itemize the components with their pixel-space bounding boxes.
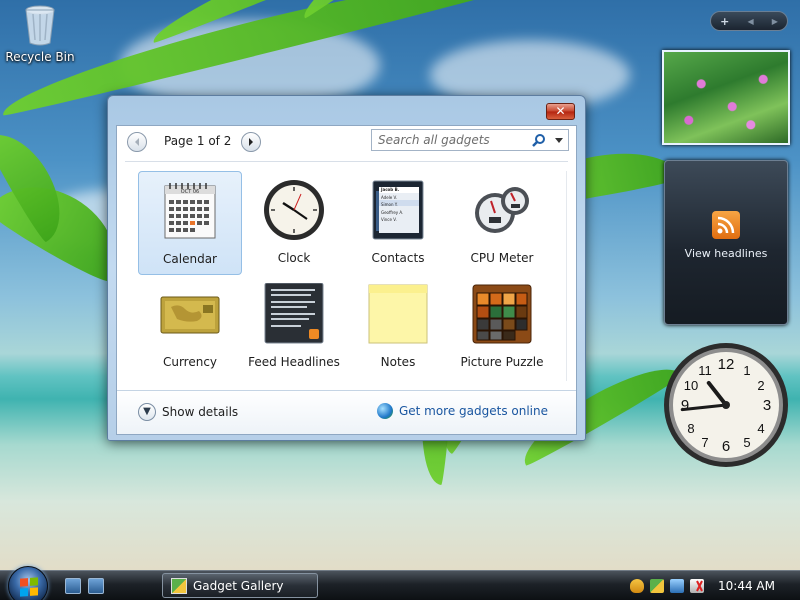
windows-logo-icon: [20, 577, 38, 597]
chevron-down-icon: ▼: [138, 403, 156, 421]
contact-name: Vince V.: [381, 217, 397, 222]
svg-text:6: 6: [722, 438, 730, 455]
svg-text:2: 2: [757, 378, 764, 393]
taskbar-button-label: Gadget Gallery: [193, 578, 284, 593]
globe-icon: [376, 403, 393, 419]
add-gadget-button[interactable]: +: [720, 15, 729, 28]
recycle-bin-shortcut[interactable]: Recycle Bin: [4, 4, 76, 64]
get-more-gadgets-link[interactable]: Get more gadgets online: [376, 403, 548, 419]
gadget-label: CPU Meter: [470, 251, 534, 265]
page-indicator: Page 1 of 2: [164, 134, 232, 148]
contact-name: Geoffrey A.: [381, 209, 404, 215]
gadget-label: Currency: [162, 355, 218, 369]
taskbar: Gadget Gallery 10:44 AM: [0, 566, 800, 600]
gadget-label: Picture Puzzle: [460, 355, 544, 369]
gallery-client-area: Page 1 of 2 Search all gadgets OCT 06 Ca…: [116, 125, 577, 435]
grid-scroll-edge: [566, 171, 576, 381]
svg-text:1: 1: [743, 363, 750, 378]
close-button[interactable]: ✕: [546, 103, 575, 120]
gadget-label: Calendar: [163, 252, 217, 266]
notes-icon: [367, 283, 429, 345]
svg-text:3: 3: [763, 397, 771, 414]
gadget-tile-notes[interactable]: Notes: [346, 275, 450, 379]
next-page-button[interactable]: [241, 132, 261, 152]
sidebar-prev-button[interactable]: ◀: [747, 17, 753, 26]
gadget-tile-feed-headlines[interactable]: Feed Headlines: [242, 275, 346, 379]
volume-icon[interactable]: [690, 579, 704, 593]
calendar-icon-month: OCT 06: [180, 189, 200, 195]
search-placeholder: Search all gadgets: [378, 133, 490, 147]
gadget-tile-clock[interactable]: Clock: [242, 171, 346, 275]
contacts-icon: Jacob B. Adele V. Simon Y. Geoffrey A. V…: [367, 179, 429, 241]
contact-name: Jacob B.: [381, 187, 400, 192]
svg-text:10: 10: [684, 378, 698, 393]
gadget-label: Clock: [277, 251, 311, 265]
sidebar-next-button[interactable]: ▶: [772, 17, 778, 26]
gadget-grid: OCT 06 Calendar Clock Jacob B. Adele V. …: [138, 171, 558, 379]
gadget-gallery-icon: [171, 577, 187, 594]
show-desktop-icon[interactable]: [65, 578, 81, 594]
show-details-label: Show details: [162, 405, 239, 419]
svg-text:4: 4: [757, 421, 764, 436]
system-tray: 10:44 AM: [630, 571, 800, 600]
view-headlines-link[interactable]: View headlines: [665, 247, 787, 260]
chevron-left-icon: [135, 138, 139, 146]
recycle-bin-label: Recycle Bin: [5, 50, 75, 64]
chevron-right-icon: [249, 138, 253, 146]
recycle-bin-icon: [23, 4, 57, 46]
calendar-icon: OCT 06: [159, 180, 221, 242]
search-input[interactable]: Search all gadgets: [371, 129, 569, 151]
gadget-tile-currency[interactable]: Currency: [138, 275, 242, 379]
dropdown-arrow-icon[interactable]: [554, 137, 564, 145]
cpu-meter-icon: [471, 179, 533, 241]
clock-gadget[interactable]: 12 3 6 9 12 4 5 78 10 11: [662, 341, 790, 469]
currency-icon: [159, 283, 221, 345]
gadget-gallery-window: ✕ Page 1 of 2 Search all gadgets OCT 06 …: [107, 95, 586, 441]
gadget-tile-contacts[interactable]: Jacob B. Adele V. Simon Y. Geoffrey A. V…: [346, 171, 450, 275]
svg-text:12: 12: [718, 356, 735, 373]
svg-text:8: 8: [687, 421, 694, 436]
taskbar-clock[interactable]: 10:44 AM: [718, 579, 775, 593]
contact-name: Adele V.: [381, 194, 398, 200]
sidebar-tray-icon[interactable]: [650, 579, 664, 593]
switch-windows-icon[interactable]: [88, 578, 104, 594]
gallery-footer: ▼ Show details Get more gadgets online: [117, 390, 576, 434]
show-details-toggle[interactable]: ▼ Show details: [138, 403, 238, 421]
previous-page-button[interactable]: [127, 132, 147, 152]
get-more-label: Get more gadgets online: [398, 404, 548, 418]
contact-name: Simon Y.: [381, 202, 398, 207]
gadget-label: Notes: [380, 355, 416, 369]
toolbar-divider: [125, 161, 568, 162]
svg-text:11: 11: [698, 363, 712, 378]
svg-text:9: 9: [681, 397, 689, 414]
taskbar-button-gadget-gallery[interactable]: Gadget Gallery: [162, 573, 318, 598]
analog-clock: 12 3 6 9 12 4 5 78 1011: [664, 343, 788, 467]
feed-headlines-gadget[interactable]: View headlines: [664, 160, 788, 325]
picture-puzzle-icon: [471, 283, 533, 345]
sidebar-toolbar: + ◀ ▶: [710, 11, 788, 31]
network-icon[interactable]: [670, 579, 684, 593]
feed-headlines-icon: [263, 282, 325, 345]
gallery-toolbar: Page 1 of 2 Search all gadgets: [117, 126, 576, 160]
svg-text:7: 7: [701, 435, 708, 450]
gadget-tile-calendar[interactable]: OCT 06 Calendar: [138, 171, 242, 275]
gadget-label: Contacts: [371, 251, 425, 265]
start-button[interactable]: [8, 566, 48, 600]
slideshow-gadget[interactable]: [662, 50, 790, 145]
search-icon[interactable]: [532, 133, 546, 147]
gadget-label: Feed Headlines: [248, 355, 340, 369]
rss-icon: [712, 211, 740, 239]
gadget-tile-cpu-meter[interactable]: CPU Meter: [450, 171, 554, 275]
security-shield-icon[interactable]: [630, 579, 644, 593]
svg-text:5: 5: [743, 435, 750, 450]
clock-icon: [263, 179, 325, 241]
gadget-tile-picture-puzzle[interactable]: Picture Puzzle: [450, 275, 554, 379]
